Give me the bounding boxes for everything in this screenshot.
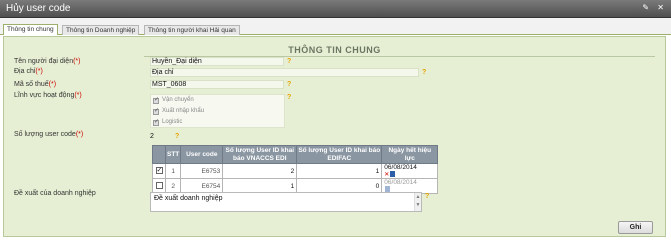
user-code-count-value: 2 [150, 133, 154, 140]
row-user-code: E6753 [180, 163, 224, 179]
proposal-help-icon[interactable]: ? [425, 193, 429, 200]
proposal-label: Đề xuất của doanh nghiệp [14, 190, 96, 197]
user-code-table: STT User code Số lượng User ID khai báo … [152, 145, 439, 194]
window-title: Hủy user code [6, 3, 71, 14]
textarea-scrollbar[interactable]: ▲ ▼ [414, 193, 421, 211]
section-title: THÔNG TIN CHUNG [288, 45, 381, 55]
checkbox-icon [153, 96, 159, 104]
table-header-edifac-count: Số lượng User ID khai báo EDIFAC [296, 145, 383, 164]
table-header-stt: STT [164, 145, 182, 164]
business-field-label: Lĩnh vực hoạt động(*) [14, 92, 82, 99]
user-code-count-label: Số lượng user code(*) [14, 131, 84, 138]
table-header-expiry-date: Ngày hết hiệu lực [381, 145, 439, 164]
calendar-icon[interactable] [390, 171, 396, 178]
business-field-help-icon[interactable]: ? [287, 94, 291, 101]
address-label: Địa chỉ(*) [14, 68, 43, 75]
row-edifac-count-input[interactable]: 1 [296, 163, 383, 179]
representative-help-icon[interactable]: ? [287, 58, 291, 65]
business-field-checklist: Vận chuyển Xuất nhập khẩu Logistic [150, 94, 285, 128]
table-header-select [152, 145, 166, 164]
row-select-cell[interactable] [152, 163, 166, 179]
window-controls-icon[interactable]: ✎ ✕ [642, 3, 667, 12]
row-expiry-date-input[interactable]: 06/08/2014 [384, 179, 430, 186]
row-checkbox[interactable] [155, 182, 163, 190]
address-help-icon[interactable]: ? [422, 69, 426, 76]
proposal-text: Đề xuất doanh nghiệp [154, 195, 223, 202]
row-stt: 1 [164, 163, 182, 179]
table-header-row: STT User code Số lượng User ID khai báo … [152, 145, 439, 164]
table-header-user-code: User code [180, 145, 224, 164]
row-expiry-date-cell: 06/08/2014✕ [381, 163, 439, 179]
representative-label: Tên người đại diện(*) [14, 58, 81, 65]
clear-date-icon[interactable]: ✕ [384, 172, 389, 178]
proposal-textarea[interactable]: Đề xuất doanh nghiệp ▲ ▼ [150, 192, 422, 212]
table-row: 1 E6753 2 1 06/08/2014✕ [152, 163, 439, 179]
row-checkbox[interactable] [155, 166, 163, 175]
tax-code-label: Mã số thuế(*) [14, 81, 57, 88]
window-titlebar: Hủy user code ✎ ✕ [0, 0, 671, 18]
tax-code-field[interactable]: MST_0608 [150, 80, 284, 89]
table-header-vnaccs-count: Số lượng User ID khai báo VNACCS EDI [222, 145, 298, 164]
checkbox-icon [153, 118, 159, 126]
tab-company-info[interactable]: Thông tin Doanh nghiệp [62, 25, 140, 35]
row-vnaccs-count-input[interactable]: 2 [222, 163, 298, 179]
tab-bar: Thông tin chung Thông tin Doanh nghiệp T… [0, 18, 671, 35]
user-code-count-help-icon[interactable]: ? [175, 133, 179, 140]
save-button[interactable]: Ghi [618, 221, 653, 234]
representative-field[interactable]: Huyền_Đại diện [150, 57, 284, 66]
address-field[interactable]: Địa chỉ [150, 68, 419, 77]
tax-code-help-icon[interactable]: ? [287, 81, 291, 88]
row-expiry-date-input[interactable]: 06/08/2014 [384, 164, 430, 171]
tab-general-info[interactable]: Thông tin chung [3, 24, 58, 35]
general-info-panel: THÔNG TIN CHUNG Tên người đại diện(*) Hu… [3, 36, 666, 237]
tab-customs-declarant-info[interactable]: Thông tin người khai Hải quan [144, 25, 240, 35]
checkbox-icon [153, 107, 159, 115]
